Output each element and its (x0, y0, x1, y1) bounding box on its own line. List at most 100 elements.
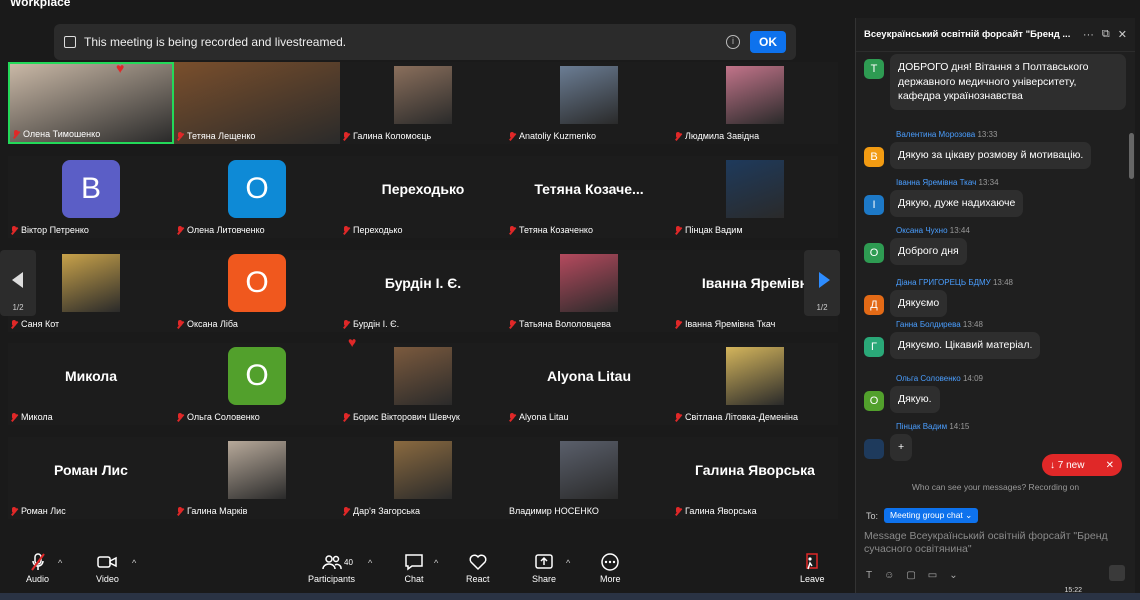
participants-caret-icon[interactable]: ^ (368, 558, 372, 568)
muted-mic-icon (675, 319, 682, 329)
recording-banner: This meeting is being recorded and lives… (54, 24, 796, 60)
participant-name: Татьяна Вололовцева (519, 319, 611, 329)
muted-mic-icon (11, 319, 18, 329)
participant-name-label: Дар'я Загорська (343, 506, 420, 516)
file-icon[interactable]: ▭ (928, 570, 937, 581)
new-messages-button[interactable]: ↓ 7 new ✕ (1042, 454, 1122, 476)
participant-tile[interactable]: Тетяна Козаче... Тетяна Козаченко (506, 156, 672, 238)
participant-tile[interactable]: Олена Тимошенко (8, 62, 174, 144)
message-author[interactable]: Діана ГРИГОРЕЦЬ БДМУ (896, 278, 991, 287)
participant-tile[interactable]: Роман Лис Роман Лис (8, 437, 174, 519)
share-icon (532, 552, 556, 572)
more-button[interactable]: More (600, 552, 621, 584)
participant-tile[interactable]: Світлана Літовка-Деменіна (672, 343, 838, 425)
chat-button[interactable]: Chat ^ (404, 552, 438, 584)
recipient-select[interactable]: Meeting group chat ⌄ (884, 508, 979, 523)
screenshot-icon[interactable]: ▢ (906, 570, 915, 581)
participant-name: Галина Яворська (685, 506, 757, 516)
emoji-icon[interactable]: ☺ (884, 570, 894, 581)
muted-mic-icon (509, 225, 516, 235)
muted-mic-icon (343, 225, 350, 235)
pop-out-icon[interactable]: ⧉ (1102, 28, 1110, 41)
message-author[interactable]: Оксана Чухно (896, 226, 948, 235)
participant-tile[interactable]: O Оксана Ліба (174, 250, 340, 332)
muted-mic-icon (343, 412, 350, 422)
top-bar: Workplace (0, 0, 850, 12)
participant-tile[interactable]: Тетяна Лещенко (174, 62, 340, 144)
participant-tile[interactable]: Пінцак Вадим (672, 156, 838, 238)
muted-mic-icon (343, 506, 350, 516)
send-button[interactable] (1109, 565, 1125, 581)
react-button[interactable]: React (466, 552, 490, 584)
participant-tile[interactable]: Галина Яворська Галина Яворська (672, 437, 838, 519)
participant-display-name: Переходько (381, 181, 465, 197)
more-tools-icon[interactable]: ⌄ (949, 570, 957, 581)
leave-icon (800, 552, 825, 572)
chat-header: Всеукраїнський освітній форсайт "Бренд .… (856, 18, 1135, 52)
chat-scrollbar[interactable] (1129, 58, 1134, 468)
previous-page-button[interactable]: 1/2 (0, 250, 36, 316)
participant-name-label: Alyona Litau (509, 412, 569, 422)
participant-name-label: Галина Коломоєць (343, 131, 431, 141)
dismiss-icon[interactable]: ✕ (1106, 460, 1114, 471)
participant-tile[interactable]: Anatoliy Kuzmenko (506, 62, 672, 144)
participant-name: Галина Марків (187, 506, 248, 516)
chat-caret-icon[interactable]: ^ (434, 558, 438, 568)
participant-video (726, 66, 784, 124)
participant-video (394, 441, 452, 499)
leave-button[interactable]: Leave (800, 552, 825, 584)
visibility-hint-text: Who can see your messages? Recording on (911, 482, 1080, 492)
muted-mic-icon (26, 552, 49, 572)
share-button[interactable]: Share ^ (532, 552, 570, 584)
reaction-heart-icon: ♥ (348, 334, 357, 350)
message-input[interactable]: Message Всеукраїнський освітній форсайт … (864, 530, 1126, 556)
audio-caret-icon[interactable]: ^ (58, 558, 62, 568)
scrollbar-thumb[interactable] (1129, 133, 1134, 179)
ok-button[interactable]: OK (750, 31, 786, 53)
participant-tile[interactable]: Людмила Завідна (672, 62, 838, 144)
message-author[interactable]: Іванна Яремівна Ткач (896, 178, 976, 187)
chat-message: Оксана Чухно 13:44 О Доброго дня (864, 226, 1126, 265)
muted-mic-icon (11, 412, 18, 422)
participant-tile[interactable]: B Віктор Петренко (8, 156, 174, 238)
message-bubble: Дякуємо. Цікавий матеріал. (890, 332, 1041, 359)
message-author[interactable]: Валентина Морозова (896, 130, 975, 139)
participant-name-label: Оксана Ліба (177, 319, 238, 329)
share-caret-icon[interactable]: ^ (566, 558, 570, 568)
close-icon[interactable]: ✕ (1118, 28, 1127, 41)
message-bubble: Дякуємо (890, 290, 948, 317)
info-icon[interactable]: i (726, 35, 740, 49)
participant-tile[interactable]: Галина Марків (174, 437, 340, 519)
message-author[interactable]: Ганна Болдирева (896, 320, 961, 329)
participant-name: Олена Тимошенко (23, 129, 101, 139)
message-author[interactable]: Пінцак Вадим (896, 422, 947, 431)
message-author[interactable]: Ольга Соловенко (896, 374, 961, 383)
more-options-icon[interactable]: ··· (1083, 29, 1094, 41)
visibility-hint[interactable]: Who can see your messages? Recording on (856, 482, 1135, 492)
muted-mic-icon (177, 131, 184, 141)
participant-tile[interactable]: Владимир НОСЕНКО (506, 437, 672, 519)
video-caret-icon[interactable]: ^ (132, 558, 136, 568)
participant-tile[interactable]: Галина Коломоєць (340, 62, 506, 144)
participant-name-label: Пінцак Вадим (675, 225, 743, 235)
participant-name: Тетяна Лещенко (187, 131, 256, 141)
participant-tile[interactable]: Микола Микола (8, 343, 174, 425)
participant-tile[interactable]: O Олена Литовченко (174, 156, 340, 238)
audio-button[interactable]: Audio ^ (26, 552, 62, 584)
next-page-button[interactable]: 1/2 (804, 250, 840, 316)
message-time: 13:48 (962, 320, 983, 329)
arrow-right-icon (819, 272, 830, 288)
participant-tile[interactable]: Борис Вікторович Шевчук (340, 343, 506, 425)
participant-tile[interactable]: Татьяна Вололовцева (506, 250, 672, 332)
participant-tile[interactable]: Alyona Litau Alyona Litau (506, 343, 672, 425)
audio-label: Audio (26, 574, 50, 584)
participant-tile[interactable]: Дар'я Загорська (340, 437, 506, 519)
participants-button[interactable]: Participants 40 ^ (308, 552, 372, 584)
share-label: Share (532, 574, 557, 584)
video-button[interactable]: Video ^ (96, 552, 136, 584)
text-format-icon[interactable]: T (866, 570, 872, 581)
participant-tile[interactable]: O Ольга Соловенко (174, 343, 340, 425)
muted-mic-icon (177, 319, 184, 329)
participant-tile[interactable]: Бурдін І. Є. Бурдін І. Є. (340, 250, 506, 332)
participant-tile[interactable]: Переходько Переходько (340, 156, 506, 238)
